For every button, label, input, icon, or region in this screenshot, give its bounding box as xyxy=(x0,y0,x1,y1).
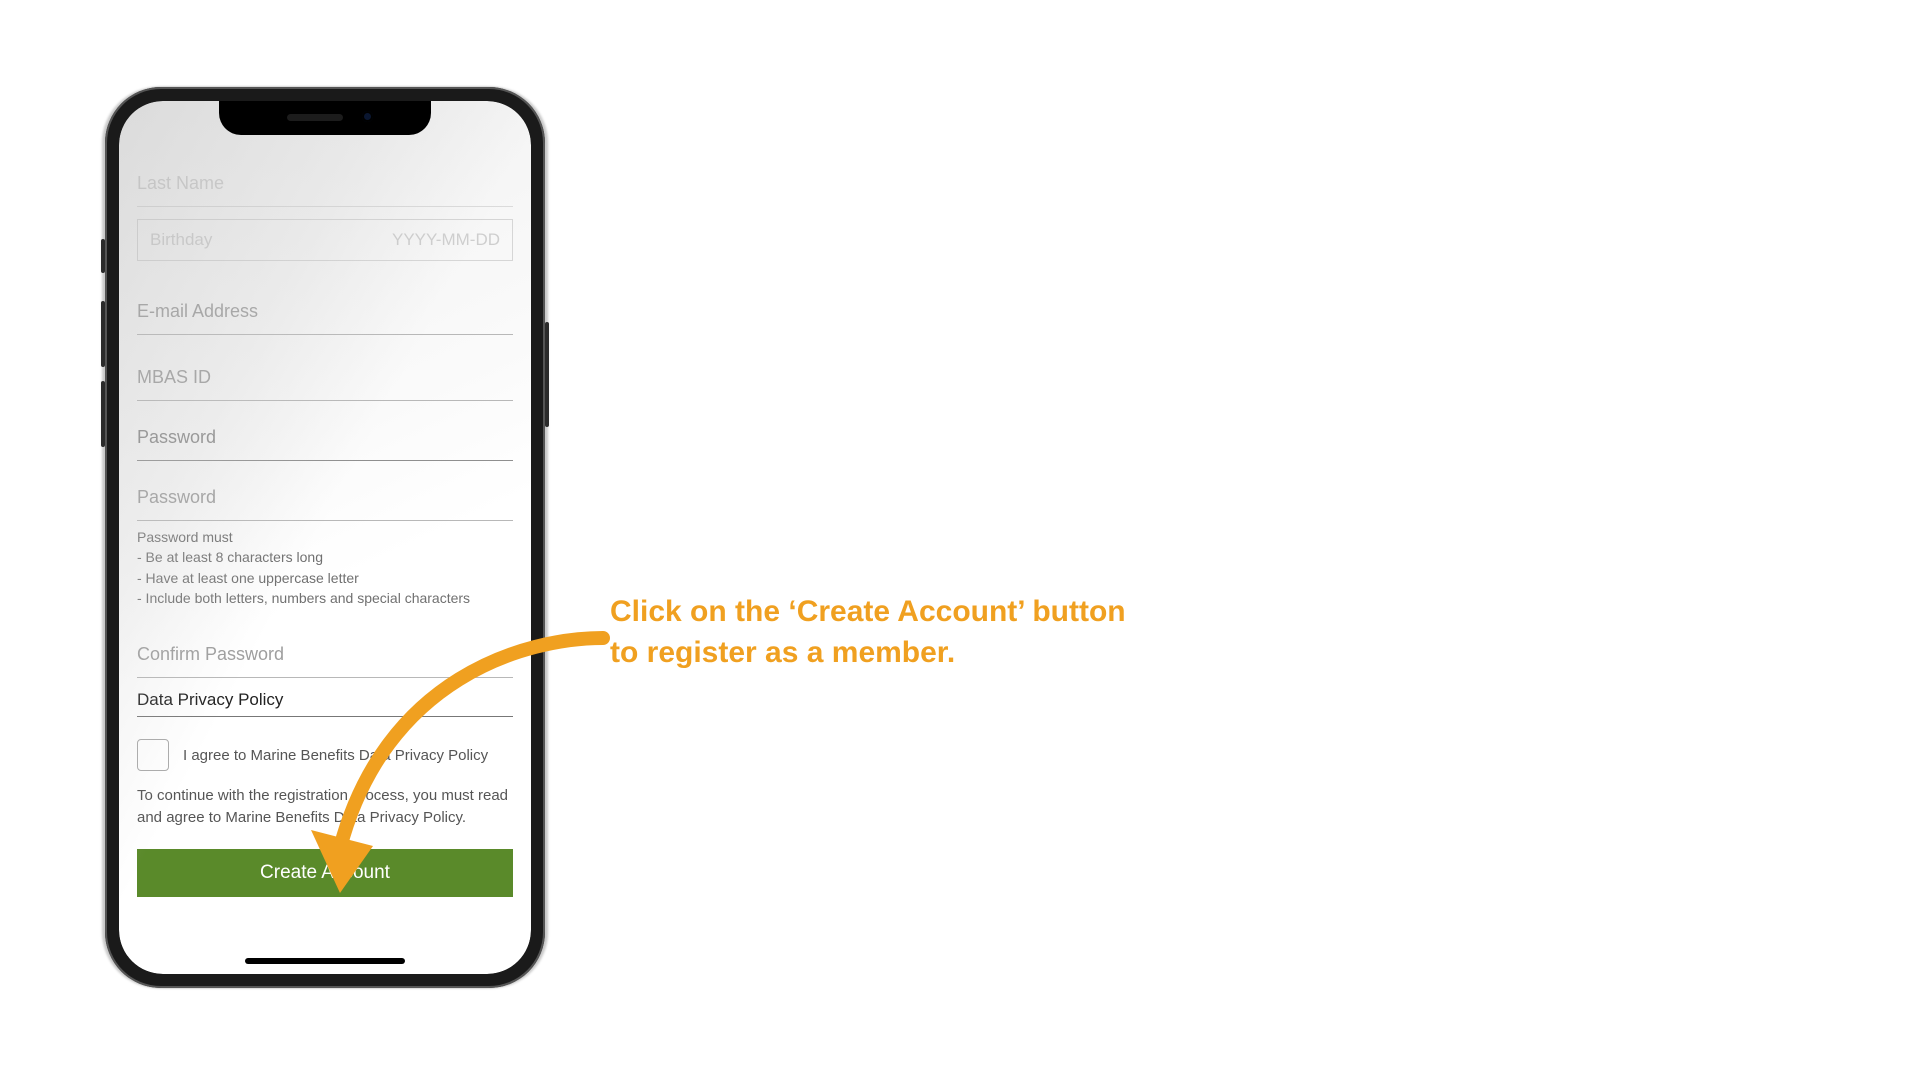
mbas-id-label: MBAS ID xyxy=(137,367,211,388)
confirm-password-label: Confirm Password xyxy=(137,644,284,665)
power-button xyxy=(545,322,549,427)
confirm-password-field[interactable]: Confirm Password xyxy=(137,632,513,678)
privacy-title: Data Privacy Policy xyxy=(137,690,513,717)
hint-line-2: - Have at least one uppercase letter xyxy=(137,568,513,588)
registration-form: Last Name Birthday YYYY-MM-DD E-mail Add… xyxy=(137,161,513,946)
callout-line-2: to register as a member. xyxy=(610,633,1126,674)
email-label: E-mail Address xyxy=(137,301,258,322)
birthday-field[interactable]: Birthday YYYY-MM-DD xyxy=(137,219,513,261)
callout-text: Click on the ‘Create Account’ button to … xyxy=(610,592,1126,673)
callout-line-1: Click on the ‘Create Account’ button xyxy=(610,592,1126,633)
mbas-id-field[interactable]: MBAS ID xyxy=(137,355,513,401)
password-label: Password xyxy=(137,427,216,448)
password-field[interactable]: Password xyxy=(137,415,513,461)
last-name-field[interactable]: Last Name xyxy=(137,161,513,207)
mute-switch xyxy=(101,239,105,273)
last-name-label: Last Name xyxy=(137,173,224,194)
password-hint: Password must - Be at least 8 characters… xyxy=(137,527,513,608)
agree-text: I agree to Marine Benefits Data Privacy … xyxy=(183,747,488,764)
password2-label: Password xyxy=(137,487,216,508)
volume-down-button xyxy=(101,381,105,447)
volume-up-button xyxy=(101,301,105,367)
agree-checkbox[interactable] xyxy=(137,739,169,771)
birthday-format: YYYY-MM-DD xyxy=(392,230,500,250)
hint-line-3: - Include both letters, numbers and spec… xyxy=(137,588,513,608)
phone-notch xyxy=(219,101,431,135)
hint-line-1: - Be at least 8 characters long xyxy=(137,547,513,567)
email-field[interactable]: E-mail Address xyxy=(137,289,513,335)
create-account-label: Create Account xyxy=(260,862,390,884)
continue-text: To continue with the registration proces… xyxy=(137,785,513,829)
birthday-label: Birthday xyxy=(150,230,212,250)
hint-title: Password must xyxy=(137,527,513,547)
create-account-button[interactable]: Create Account xyxy=(137,849,513,897)
password2-field[interactable]: Password xyxy=(137,475,513,521)
phone-screen: Last Name Birthday YYYY-MM-DD E-mail Add… xyxy=(119,101,531,974)
phone-frame: Last Name Birthday YYYY-MM-DD E-mail Add… xyxy=(105,87,545,988)
home-indicator-icon xyxy=(245,958,405,964)
